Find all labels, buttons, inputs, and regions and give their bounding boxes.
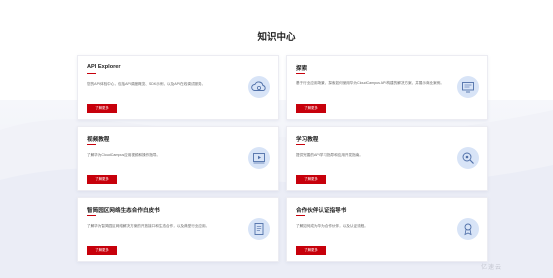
card-video-tutorial: 视频教程 了解华为CloudCampus应用视频和操作指导。 了解更多 bbox=[77, 126, 279, 191]
learn-more-button[interactable]: 了解更多 bbox=[87, 104, 117, 113]
card-description: 了解华为智简园区网络解决方案的开放接口和生态合作，以及典型行业应用。 bbox=[87, 224, 210, 228]
card-description: 基于行业应用场景，探索如何使用华为CloudCampus API构建的解决方案，… bbox=[296, 81, 444, 85]
learn-more-button[interactable]: 了解更多 bbox=[296, 175, 326, 184]
title-underline bbox=[296, 73, 305, 74]
cloud-api-icon bbox=[248, 76, 270, 98]
title-underline bbox=[296, 215, 305, 216]
learn-more-button[interactable]: 了解更多 bbox=[296, 246, 326, 255]
card-title: 智简园区网络生态合作白皮书 bbox=[87, 208, 160, 214]
card-title: 视频教程 bbox=[87, 137, 110, 143]
card-title: 合作伙伴认证指导书 bbox=[296, 208, 347, 214]
document-icon bbox=[248, 218, 270, 240]
card-api-explorer: API Explorer 您的API体验中心，包括API调度概览、SDK示例，以… bbox=[77, 55, 279, 120]
page-title: 知识中心 bbox=[257, 32, 296, 43]
card-partner-certification: 合作伙伴认证指导书 了解如何成为华为合作伙伴，以及认证流程。 了解更多 bbox=[286, 197, 488, 262]
title-underline bbox=[87, 73, 96, 74]
card-description: 了解如何成为华为合作伙伴，以及认证流程。 bbox=[296, 224, 368, 228]
certificate-icon bbox=[457, 218, 479, 240]
card-title: API Explorer bbox=[87, 64, 121, 70]
watermark: 亿速云 bbox=[481, 265, 503, 271]
video-player-icon bbox=[248, 147, 270, 169]
magnifier-gear-icon bbox=[457, 147, 479, 169]
card-learning-tutorial: 学习教程 提供完善的API学习指导和应用开发指南。 了解更多 bbox=[286, 126, 488, 191]
card-title: 学习教程 bbox=[296, 137, 319, 143]
title-underline bbox=[87, 215, 96, 216]
card-description: 您的API体验中心，包括API调度概览、SDK示例，以及API在线调试服务。 bbox=[87, 82, 206, 86]
monitor-explore-icon bbox=[457, 76, 479, 98]
learn-more-button[interactable]: 了解更多 bbox=[87, 246, 117, 255]
learn-more-button[interactable]: 了解更多 bbox=[296, 104, 326, 113]
card-title: 探索 bbox=[296, 66, 308, 72]
title-underline bbox=[87, 144, 96, 145]
learn-more-button[interactable]: 了解更多 bbox=[87, 175, 117, 184]
card-whitepaper: 智简园区网络生态合作白皮书 了解华为智简园区网络解决方案的开放接口和生态合作，以… bbox=[77, 197, 279, 262]
title-underline bbox=[296, 144, 305, 145]
card-description: 提供完善的API学习指导和应用开发指南。 bbox=[296, 153, 363, 157]
card-explore: 探索 基于行业应用场景，探索如何使用华为CloudCampus API构建的解决… bbox=[286, 55, 488, 120]
card-description: 了解华为CloudCampus应用视频和操作指导。 bbox=[87, 153, 161, 157]
